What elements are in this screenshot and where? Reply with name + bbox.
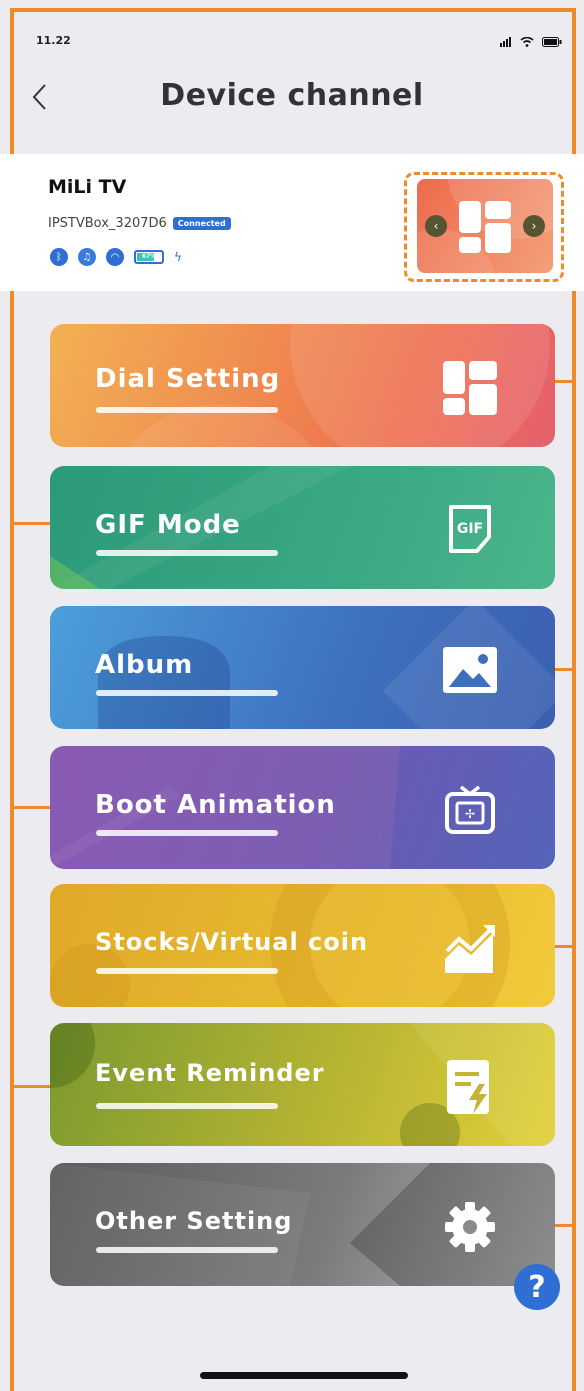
annotation-tick	[12, 1085, 50, 1088]
battery-status-icon	[542, 32, 562, 51]
status-badge: Connected	[172, 217, 231, 230]
dial-grid-icon	[459, 201, 511, 253]
gear-icon	[443, 1200, 497, 1254]
status-bar: 11.22	[0, 0, 584, 70]
status-icons	[500, 32, 562, 51]
annotation-tick	[555, 668, 575, 671]
card-label: Other Setting	[95, 1207, 293, 1235]
card-label: GIF Mode	[95, 510, 241, 540]
dial-grid-icon	[443, 361, 497, 415]
signal-icon	[500, 32, 512, 51]
gif-icon: GIF	[443, 503, 497, 557]
annotation-tick	[12, 806, 50, 809]
card-underline	[96, 968, 278, 974]
card-event-reminder[interactable]: Event Reminder	[50, 1023, 555, 1146]
card-label: Album	[95, 650, 194, 680]
card-label: Boot Animation	[95, 790, 336, 820]
chart-trend-icon	[443, 921, 497, 975]
bluetooth-icon: ᛒ	[50, 248, 68, 266]
card-underline	[96, 407, 278, 413]
svg-text:GIF: GIF	[457, 521, 483, 537]
tv-fan-icon: ✢	[443, 783, 497, 837]
card-underline	[96, 1103, 278, 1109]
next-dial-button[interactable]: ›	[523, 215, 545, 237]
dial-preview[interactable]: ‹ ›	[417, 179, 553, 273]
image-icon	[443, 643, 497, 697]
card-label: Stocks/Virtual coin	[95, 928, 369, 956]
device-id-row: IPSTVBox_3207D6 Connected	[48, 216, 231, 231]
device-id: IPSTVBox_3207D6	[48, 216, 167, 231]
charging-icon: ϟ	[174, 250, 182, 264]
wifi-capability-icon: ◠	[106, 248, 124, 266]
card-label: Event Reminder	[95, 1059, 325, 1087]
annotation-tick	[555, 380, 575, 383]
prev-dial-button[interactable]: ‹	[425, 215, 447, 237]
music-icon: ♫	[78, 248, 96, 266]
device-capabilities: ᛒ ♫ ◠ 67% ϟ	[50, 248, 182, 266]
status-time: 11.22	[36, 34, 71, 47]
battery-percent: 67%	[141, 253, 157, 260]
annotation-tick	[12, 522, 50, 525]
card-underline	[96, 830, 278, 836]
card-boot-animation[interactable]: Boot Animation ✢	[50, 746, 555, 869]
card-album[interactable]: Album	[50, 606, 555, 729]
card-other-setting[interactable]: Other Setting	[50, 1163, 555, 1286]
reminder-doc-icon	[443, 1060, 497, 1114]
nav-bar: Device channel	[0, 70, 584, 130]
card-label: Dial Setting	[95, 364, 281, 394]
device-battery: 67%	[134, 250, 164, 264]
device-name: MiLi TV	[48, 176, 127, 198]
home-indicator[interactable]	[200, 1372, 408, 1379]
card-underline	[96, 1247, 278, 1253]
card-underline	[96, 690, 278, 696]
page-title: Device channel	[160, 78, 424, 113]
annotation-tick	[555, 945, 575, 948]
dial-preview-frame[interactable]: ‹ ›	[404, 172, 564, 282]
svg-text:✢: ✢	[465, 807, 475, 821]
card-gif-mode[interactable]: GIF Mode GIF	[50, 466, 555, 589]
card-stocks-virtual-coin[interactable]: Stocks/Virtual coin	[50, 884, 555, 1007]
help-button[interactable]: ?	[514, 1264, 560, 1310]
card-dial-setting[interactable]: Dial Setting	[50, 324, 555, 447]
wifi-icon	[520, 32, 534, 51]
annotation-tick	[555, 1224, 575, 1227]
card-underline	[96, 550, 278, 556]
